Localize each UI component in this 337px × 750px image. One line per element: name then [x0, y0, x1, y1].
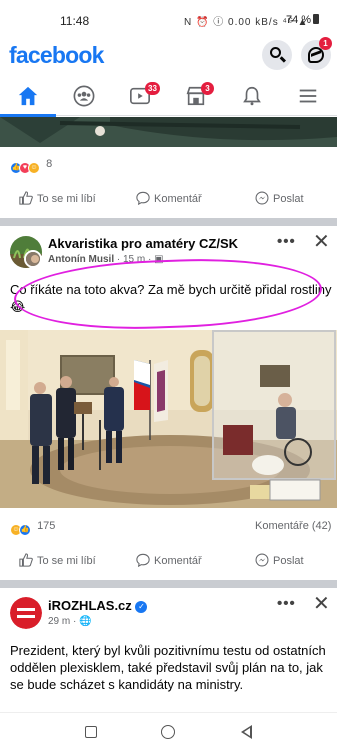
pink-highlight-circle — [12, 254, 324, 334]
post2-share-button[interactable]: Poslat — [255, 553, 304, 567]
post2-comments-link[interactable]: Komentáře (42) — [255, 520, 331, 532]
post3-close-button[interactable]: ✕ — [313, 591, 330, 616]
facebook-logo: facebook — [9, 42, 104, 68]
post2-close-button[interactable]: ✕ — [313, 229, 330, 254]
home-button-icon[interactable] — [161, 725, 175, 739]
post1-share-button[interactable]: Poslat — [255, 191, 304, 205]
post2-reaction-count: 175 — [37, 520, 56, 532]
christmas-tree-photo — [0, 117, 337, 147]
post2-photo[interactable] — [0, 330, 337, 508]
app-header: facebook 1 — [0, 37, 337, 74]
post3-meta: 29 m · 🌐 — [48, 616, 92, 627]
author-photo — [26, 252, 40, 266]
tab-groups[interactable] — [56, 76, 112, 116]
messenger-button[interactable]: 1 — [301, 37, 332, 70]
public-globe-icon: 🌐 — [79, 616, 92, 627]
tab-watch[interactable]: 33 — [112, 76, 168, 116]
post1-comment-button[interactable]: Komentář — [136, 191, 202, 205]
tab-notifications[interactable] — [224, 76, 280, 116]
messenger-share-icon — [255, 191, 269, 205]
post2-more-button[interactable]: ••• — [277, 233, 296, 250]
hamburger-menu-icon — [299, 89, 317, 103]
previous-post-image[interactable] — [0, 117, 337, 147]
post1-reactions[interactable]: 👍 ♥ ☺ 8 — [10, 158, 52, 174]
post1-reaction-count: 8 — [46, 158, 53, 170]
feed-separator — [0, 580, 337, 588]
post2-action-bar: To se mi líbí Komentář Poslat — [0, 544, 337, 578]
post1-action-bar: To se mi líbí Komentář Poslat — [0, 182, 337, 216]
messenger-badge: 1 — [319, 37, 332, 50]
post2-like-button[interactable]: To se mi líbí — [19, 553, 96, 567]
android-navigation-bar — [0, 712, 337, 750]
tab-menu[interactable] — [280, 76, 336, 116]
thumbs-up-icon — [19, 553, 33, 567]
post2-reactions[interactable]: ☺👍 175 — [10, 520, 55, 536]
post1-like-button[interactable]: To se mi líbí — [19, 191, 96, 205]
verified-badge-icon: ✓ — [135, 601, 148, 613]
comment-icon — [136, 553, 150, 567]
post3-text: Prezident, který byl kvůli pozitivnímu t… — [10, 643, 326, 692]
watch-badge: 33 — [145, 82, 160, 95]
messenger-share-icon — [255, 553, 269, 567]
irozhlas-avatar[interactable] — [10, 597, 42, 629]
thumbs-up-icon — [19, 191, 33, 205]
battery-icon — [313, 14, 320, 24]
author-avatar[interactable] — [24, 250, 42, 268]
tab-home[interactable] — [0, 76, 56, 117]
post3-more-button[interactable]: ••• — [277, 595, 296, 612]
groups-icon — [73, 85, 95, 107]
recent-apps-icon[interactable] — [85, 726, 97, 738]
main-nav: 33 3 — [0, 76, 337, 117]
bell-icon — [243, 86, 261, 106]
like-reaction-icon: 👍 — [19, 524, 31, 536]
marketplace-badge: 3 — [201, 82, 214, 95]
home-icon — [18, 86, 38, 106]
presidential-room-photo — [0, 330, 337, 508]
status-bar: 11:48 N ⏰ ⓘ 0.00 kB/s ⁴ᴳ ▲ 74 % — [0, 0, 337, 40]
feed-separator — [0, 218, 337, 226]
page-name[interactable]: iROZHLAS.cz ✓ — [48, 598, 148, 613]
group-name[interactable]: Akvaristika pro amatéry CZ/SK — [48, 236, 238, 251]
haha-reaction-icon: ☺ — [28, 162, 40, 174]
status-time: 11:48 — [60, 14, 90, 28]
battery-indicator: 74 % — [286, 14, 320, 26]
comment-icon — [136, 191, 150, 205]
tab-marketplace[interactable]: 3 — [168, 76, 224, 116]
search-button[interactable] — [262, 40, 292, 70]
irozhlas-logo-icon — [10, 597, 42, 629]
search-icon — [270, 47, 281, 58]
post3-time: 29 m — [48, 616, 71, 627]
battery-level: 74 % — [286, 14, 312, 26]
post2-comment-button[interactable]: Komentář — [136, 553, 202, 567]
